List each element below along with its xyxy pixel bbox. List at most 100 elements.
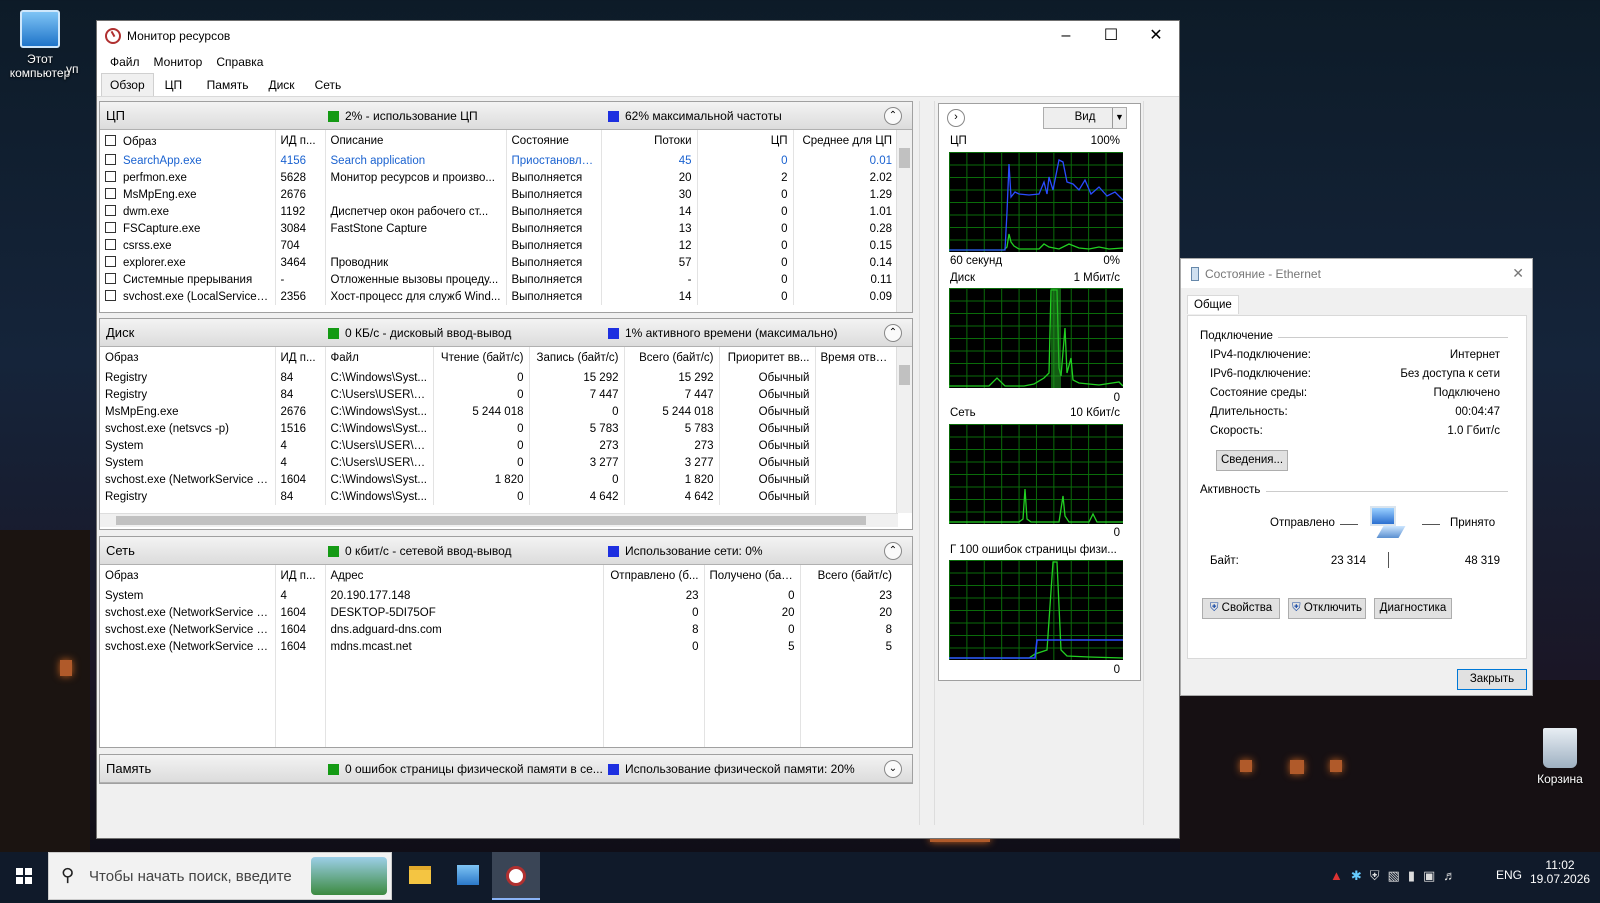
usb-icon[interactable]: ▧ xyxy=(1388,868,1408,883)
column-header[interactable]: ИД п... xyxy=(275,130,326,152)
checkbox-icon[interactable] xyxy=(105,273,116,284)
diagnose-button[interactable]: Диагностика xyxy=(1374,598,1452,619)
table-row[interactable]: MsMpEng.exe 2676 Выполняется 30 0 1.29 xyxy=(100,186,897,203)
column-header[interactable]: Всего (байт/с) xyxy=(624,347,720,369)
taskbar-file-explorer[interactable] xyxy=(396,852,444,900)
view-dropdown[interactable]: Вид ▼ xyxy=(1043,107,1127,129)
table-row[interactable]: svchost.exe (netsvcs -p) 1516 C:\Windows\S… xyxy=(100,420,897,437)
checkbox-icon[interactable] xyxy=(105,239,116,250)
desktop-icon-recycle-bin[interactable]: Корзина xyxy=(1520,728,1600,786)
collapse-icon[interactable]: ⌃ xyxy=(884,542,902,560)
table-row[interactable]: MsMpEng.exe 2676 C:\Windows\Syst... 5 244 0… xyxy=(100,403,897,420)
column-header[interactable]: Отправлено (б... xyxy=(603,565,705,587)
disk-horizontal-scrollbar[interactable] xyxy=(100,513,898,527)
expand-icon[interactable]: ⌄ xyxy=(884,760,902,778)
column-header[interactable]: Файл xyxy=(325,347,434,369)
chevron-right-icon[interactable]: › xyxy=(947,109,965,127)
tab-overview[interactable]: Обзор xyxy=(101,73,154,96)
collapse-icon[interactable]: ⌃ xyxy=(884,324,902,342)
column-header[interactable]: ИД п... xyxy=(275,347,326,369)
table-row[interactable]: System 4 C:\Users\USER\Ap... 0 3 277 3 277 Обы… xyxy=(100,454,897,471)
tab-disk[interactable]: Диск xyxy=(259,73,303,96)
column-header[interactable]: ИД п... xyxy=(275,565,326,587)
table-row[interactable]: dwm.exe 1192 Диспетчер окон рабочего ст...… xyxy=(100,203,897,220)
main-scrollbar[interactable] xyxy=(919,101,935,825)
desktop-icon-partial[interactable]: уп xyxy=(66,62,96,76)
memory-section-header[interactable]: Память 0 ошибок страницы физической памя… xyxy=(100,755,912,783)
battery-icon[interactable]: ▮ xyxy=(1408,868,1423,883)
column-header[interactable]: Описание xyxy=(325,130,507,152)
column-header[interactable]: Запись (байт/с) xyxy=(529,347,625,369)
menu-monitor[interactable]: Монитор xyxy=(147,55,210,69)
tray-up-icon[interactable]: ▲ xyxy=(1330,868,1351,883)
tab-general[interactable]: Общие xyxy=(1187,295,1239,314)
table-row[interactable]: svchost.exe (LocalServiceNo... 2356 Хост-п… xyxy=(100,288,897,305)
checkbox-icon[interactable] xyxy=(105,222,116,233)
table-row[interactable]: System 4 C:\Users\USER\Ap... 0 273 273 Обычный xyxy=(100,437,897,454)
checkbox-icon[interactable] xyxy=(105,188,116,199)
properties-button[interactable]: ⛨ Свойства xyxy=(1202,598,1280,619)
checkbox-icon[interactable] xyxy=(105,171,116,182)
disk-section-header[interactable]: Диск 0 КБ/с - дисковый ввод-вывод 1% акт… xyxy=(100,319,912,347)
cpu-scrollbar[interactable] xyxy=(896,130,912,312)
dialog-title-bar[interactable]: Состояние - Ethernet ✕ xyxy=(1181,259,1532,288)
table-row[interactable]: csrss.exe 704 Выполняется 12 0 0.15 xyxy=(100,237,897,254)
network-section-header[interactable]: Сеть 0 кбит/с - сетевой ввод-вывод Испол… xyxy=(100,537,912,565)
system-tray-icons[interactable]: ▲✱⛨▧▮▣♬ xyxy=(1330,868,1464,884)
column-header[interactable]: Образ xyxy=(100,565,276,587)
scroll-thumb[interactable] xyxy=(899,148,910,168)
taskbar-control-panel[interactable] xyxy=(444,852,492,900)
taskbar-search-box[interactable]: ⚲ Чтобы начать поиск, введите xyxy=(48,852,392,900)
column-header[interactable]: Адрес xyxy=(325,565,604,587)
column-header[interactable]: Время ответа xyxy=(815,347,897,369)
table-row[interactable]: explorer.exe 3464 Проводник Выполняется 57 0 0… xyxy=(100,254,897,271)
language-indicator[interactable]: ENG xyxy=(1496,868,1522,882)
bluetooth-icon[interactable]: ✱ xyxy=(1351,868,1370,883)
close-button[interactable]: ✕ xyxy=(1133,21,1179,51)
table-row[interactable]: Registry 84 C:\Users\USER\nt... 0 7 447 7 447… xyxy=(100,386,897,403)
table-row[interactable]: SearchApp.exe 4156 Search application Приос… xyxy=(100,152,897,169)
clock[interactable]: 11:02 19.07.2026 xyxy=(1530,858,1590,886)
chevron-down-icon[interactable]: ▼ xyxy=(1112,108,1126,128)
details-button[interactable]: Сведения... xyxy=(1216,450,1288,471)
cpu-section-header[interactable]: ЦП 2% - использование ЦП 62% максимально… xyxy=(100,102,912,130)
collapse-icon[interactable]: ⌃ xyxy=(884,107,902,125)
minimize-button[interactable]: – xyxy=(1043,21,1089,51)
checkbox-icon[interactable] xyxy=(105,154,116,165)
taskbar-resource-monitor[interactable] xyxy=(492,852,540,900)
tab-cpu[interactable]: ЦП xyxy=(156,73,196,96)
graph-panel-scrollbar[interactable] xyxy=(1143,101,1159,825)
table-row[interactable]: Registry 84 C:\Windows\Syst... 0 15 292 15 29… xyxy=(100,369,897,386)
maximize-button[interactable]: ☐ xyxy=(1088,21,1134,51)
column-header[interactable]: Всего (байт/с) xyxy=(800,565,897,587)
column-header[interactable]: Образ xyxy=(100,130,276,152)
table-row[interactable]: Системные прерывания - Отложенные вызовы п… xyxy=(100,271,897,288)
scroll-thumb[interactable] xyxy=(899,365,910,385)
table-row[interactable]: System 4 20.190.177.148 23 0 23 xyxy=(100,587,897,604)
table-row[interactable]: svchost.exe (NetworkService -p) 1604 DESKT… xyxy=(100,604,897,621)
column-header[interactable]: Среднее для ЦП xyxy=(793,130,897,152)
disk-scrollbar[interactable] xyxy=(896,347,912,513)
checkbox-icon[interactable] xyxy=(105,205,116,216)
table-row[interactable]: svchost.exe (NetworkService -p) 1604 mdns.… xyxy=(100,638,897,655)
menu-help[interactable]: Справка xyxy=(209,55,270,69)
column-header[interactable]: Чтение (байт/с) xyxy=(433,347,530,369)
title-bar[interactable]: Монитор ресурсов – ☐ ✕ xyxy=(97,21,1179,51)
column-header[interactable]: ЦП xyxy=(697,130,794,152)
start-button[interactable] xyxy=(0,852,48,900)
scroll-thumb[interactable] xyxy=(116,516,866,525)
network-icon[interactable]: ▣ xyxy=(1423,868,1443,883)
table-row[interactable]: svchost.exe (NetworkService -p) 1604 C:\Wi… xyxy=(100,471,897,488)
menu-file[interactable]: Файл xyxy=(103,55,147,69)
checkbox-icon[interactable] xyxy=(105,134,116,146)
tab-memory[interactable]: Память xyxy=(198,73,258,96)
security-icon[interactable]: ⛨ xyxy=(1370,868,1388,883)
checkbox-icon[interactable] xyxy=(105,256,116,267)
disable-button[interactable]: ⛨ Отключить xyxy=(1288,598,1366,619)
column-header[interactable]: Образ xyxy=(100,347,276,369)
column-header[interactable]: Приоритет вв... xyxy=(719,347,816,369)
close-icon[interactable]: ✕ xyxy=(1512,265,1524,282)
checkbox-icon[interactable] xyxy=(105,290,116,301)
tab-network[interactable]: Сеть xyxy=(306,73,351,96)
table-row[interactable]: FSCapture.exe 3084 FastStone Capture Выполн… xyxy=(100,220,897,237)
